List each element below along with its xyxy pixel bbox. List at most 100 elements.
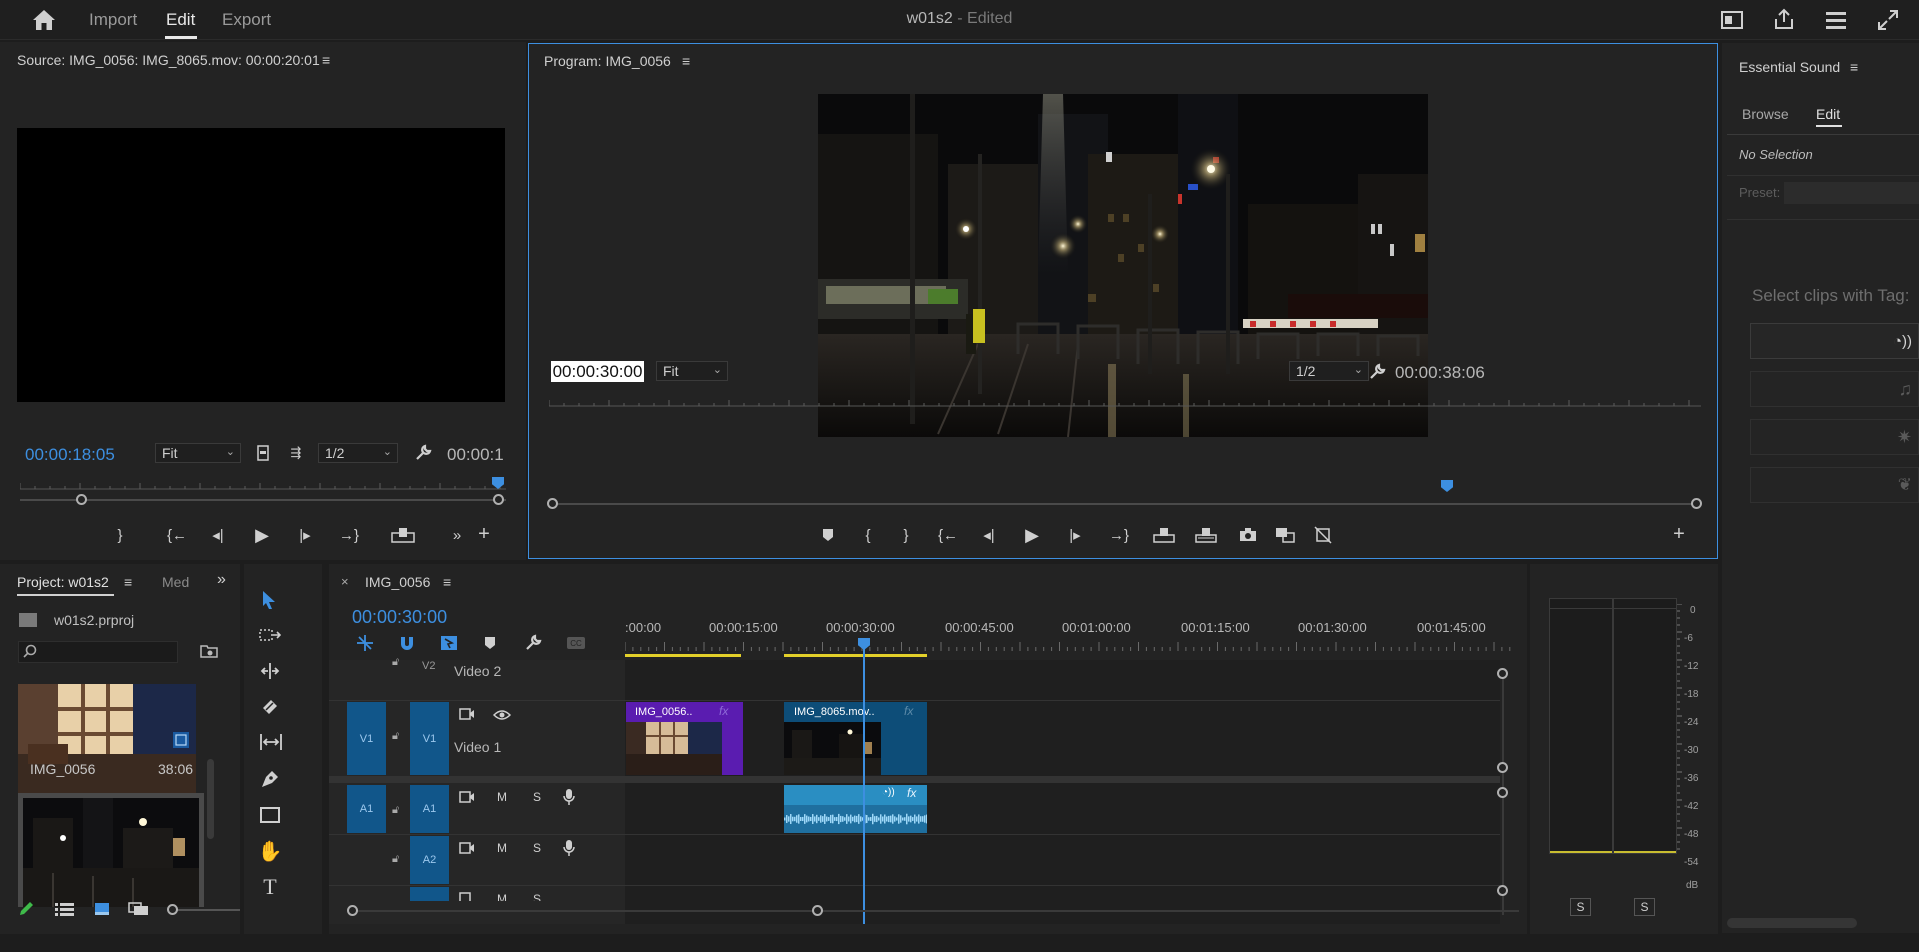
tab-import[interactable]: Import (89, 10, 137, 30)
source-menu-icon[interactable]: ≡ (322, 52, 330, 68)
fullscreen-icon[interactable] (1876, 8, 1900, 32)
add-marker-icon[interactable] (481, 634, 499, 652)
program-playhead[interactable] (1441, 480, 1453, 492)
toggle-proxies-icon[interactable] (1312, 526, 1334, 544)
type-tool-icon[interactable]: T (258, 874, 282, 899)
tab-export[interactable]: Export (222, 10, 271, 30)
insert-icon[interactable] (390, 525, 416, 545)
tab-media[interactable]: Med (162, 574, 189, 590)
safe-margins-icon[interactable] (255, 445, 271, 461)
timeline-timecode[interactable]: 00:00:30:00 (352, 607, 447, 628)
tab-edit-sound[interactable]: Edit (1816, 106, 1840, 122)
sync-lock-audio-icon[interactable] (459, 892, 475, 901)
sfx-tag-button[interactable]: ✷ (1750, 419, 1919, 455)
export-frame-icon[interactable] (1237, 526, 1259, 544)
panel-overflow-icon[interactable]: » (217, 571, 226, 589)
program-resolution-dropdown[interactable]: 1/2 ⌄ (1289, 361, 1369, 381)
vertical-zoom-handle[interactable] (1497, 787, 1508, 798)
mark-in-icon[interactable]: { (859, 526, 877, 544)
program-fit-dropdown[interactable]: Fit ⌄ (656, 361, 728, 381)
lock-icon[interactable]: 🔓︎ (392, 656, 399, 669)
go-to-out-icon[interactable]: →} (337, 525, 361, 545)
add-button-icon[interactable]: + (1669, 523, 1689, 545)
mute-button-a3[interactable]: M (497, 892, 507, 901)
track-select-tool-icon[interactable] (258, 625, 282, 645)
timeline-zoom-handle-right[interactable] (812, 905, 823, 916)
project-panel-title[interactable]: Project: w01s2 (17, 574, 109, 590)
timeline-ruler[interactable] (625, 639, 1515, 651)
timeline-settings-wrench-icon[interactable] (523, 634, 543, 652)
more-controls-icon[interactable]: » (447, 525, 467, 545)
horizontal-scrollbar[interactable] (1727, 918, 1857, 928)
step-back-icon[interactable]: ◂| (208, 525, 228, 545)
zoom-slider-handle[interactable] (167, 904, 178, 915)
audio-clip-fx-badge[interactable]: fx (907, 786, 916, 800)
wrench-icon[interactable] (1367, 362, 1387, 382)
comparison-view-icon[interactable] (1273, 526, 1297, 544)
snap-icon[interactable] (397, 634, 417, 652)
timeline-playhead-line[interactable] (863, 648, 865, 924)
linked-selection-icon[interactable] (439, 634, 459, 652)
audio-clip-img8065[interactable]: ◔)) fx (784, 785, 927, 833)
drag-video-icon[interactable]: ⇶ (284, 445, 308, 461)
step-forward-icon[interactable]: |▸ (1065, 526, 1085, 544)
clip-fx-badge[interactable]: fx (904, 704, 913, 718)
project-menu-icon[interactable]: ≡ (124, 574, 132, 590)
source-time-ruler[interactable] (20, 477, 506, 493)
add-marker-icon[interactable] (819, 526, 837, 544)
program-time-ruler[interactable] (549, 394, 1701, 410)
wrench-icon[interactable] (413, 443, 433, 463)
video-clip-img8065[interactable]: IMG_8065.mov.. fx (784, 702, 927, 775)
list-view-icon[interactable] (55, 902, 75, 916)
solo-button-a2[interactable]: S (533, 841, 541, 855)
captions-icon[interactable]: CC (565, 634, 587, 652)
sequence-tab[interactable]: IMG_0056 (365, 574, 430, 590)
lift-icon[interactable] (1152, 526, 1176, 544)
nest-icon[interactable] (355, 634, 375, 652)
step-back-icon[interactable]: ◂| (979, 526, 999, 544)
solo-button-left[interactable]: S (1570, 898, 1591, 916)
program-menu-icon[interactable]: ≡ (682, 53, 690, 69)
program-zoom-handle-left[interactable] (547, 498, 558, 509)
program-zoom-bar[interactable] (553, 503, 1699, 505)
source-fit-dropdown[interactable]: Fit ⌄ (155, 443, 241, 463)
quick-export-icon[interactable] (1720, 8, 1744, 32)
track-target-a2[interactable]: A2 (410, 836, 449, 884)
home-icon[interactable] (32, 9, 56, 31)
source-zoom-handle-right[interactable] (493, 494, 504, 505)
rectangle-tool-icon[interactable] (258, 804, 282, 826)
work-area-bar[interactable] (625, 654, 741, 657)
pen-tool-icon[interactable] (258, 768, 282, 790)
project-scrollbar[interactable] (207, 759, 214, 839)
sync-lock-audio-icon[interactable] (459, 791, 475, 803)
mark-out-icon[interactable]: } (897, 526, 915, 544)
dialogue-tag-button[interactable]: ◔)) (1750, 323, 1919, 359)
lock-icon[interactable]: 🔓︎ (392, 730, 399, 743)
freeform-view-icon[interactable] (128, 902, 150, 916)
pencil-icon[interactable] (17, 900, 35, 918)
essential-sound-menu-icon[interactable]: ≡ (1850, 59, 1858, 75)
solo-button-right[interactable]: S (1634, 898, 1655, 916)
sync-lock-video-icon[interactable] (459, 708, 475, 720)
track-target-a3[interactable] (410, 887, 449, 901)
timeline-zoom-handle-left[interactable] (347, 905, 358, 916)
mark-out-icon[interactable]: } (110, 525, 130, 545)
track-target-a1[interactable]: A1 (410, 785, 449, 833)
workspaces-icon[interactable] (1824, 8, 1848, 32)
program-zoom-handle-right[interactable] (1691, 498, 1702, 509)
microphone-icon[interactable] (563, 839, 575, 857)
timeline-horizontal-scrollbar[interactable] (349, 910, 1519, 912)
razor-tool-icon[interactable] (258, 696, 282, 718)
slip-tool-icon[interactable] (258, 732, 284, 752)
source-zoom-bar[interactable] (20, 499, 506, 501)
tab-edit[interactable]: Edit (166, 10, 195, 30)
music-tag-button[interactable]: ♫ (1750, 371, 1919, 407)
source-timecode[interactable]: 00:00:18:05 (25, 445, 115, 465)
microphone-icon[interactable] (563, 788, 575, 806)
go-to-out-icon[interactable]: →} (1107, 526, 1131, 544)
tab-browse[interactable]: Browse (1742, 106, 1789, 122)
track-target-v1[interactable]: V1 (410, 702, 449, 775)
work-area-bar[interactable] (784, 654, 927, 657)
vertical-zoom-handle[interactable] (1497, 885, 1508, 896)
extract-icon[interactable] (1194, 526, 1218, 544)
